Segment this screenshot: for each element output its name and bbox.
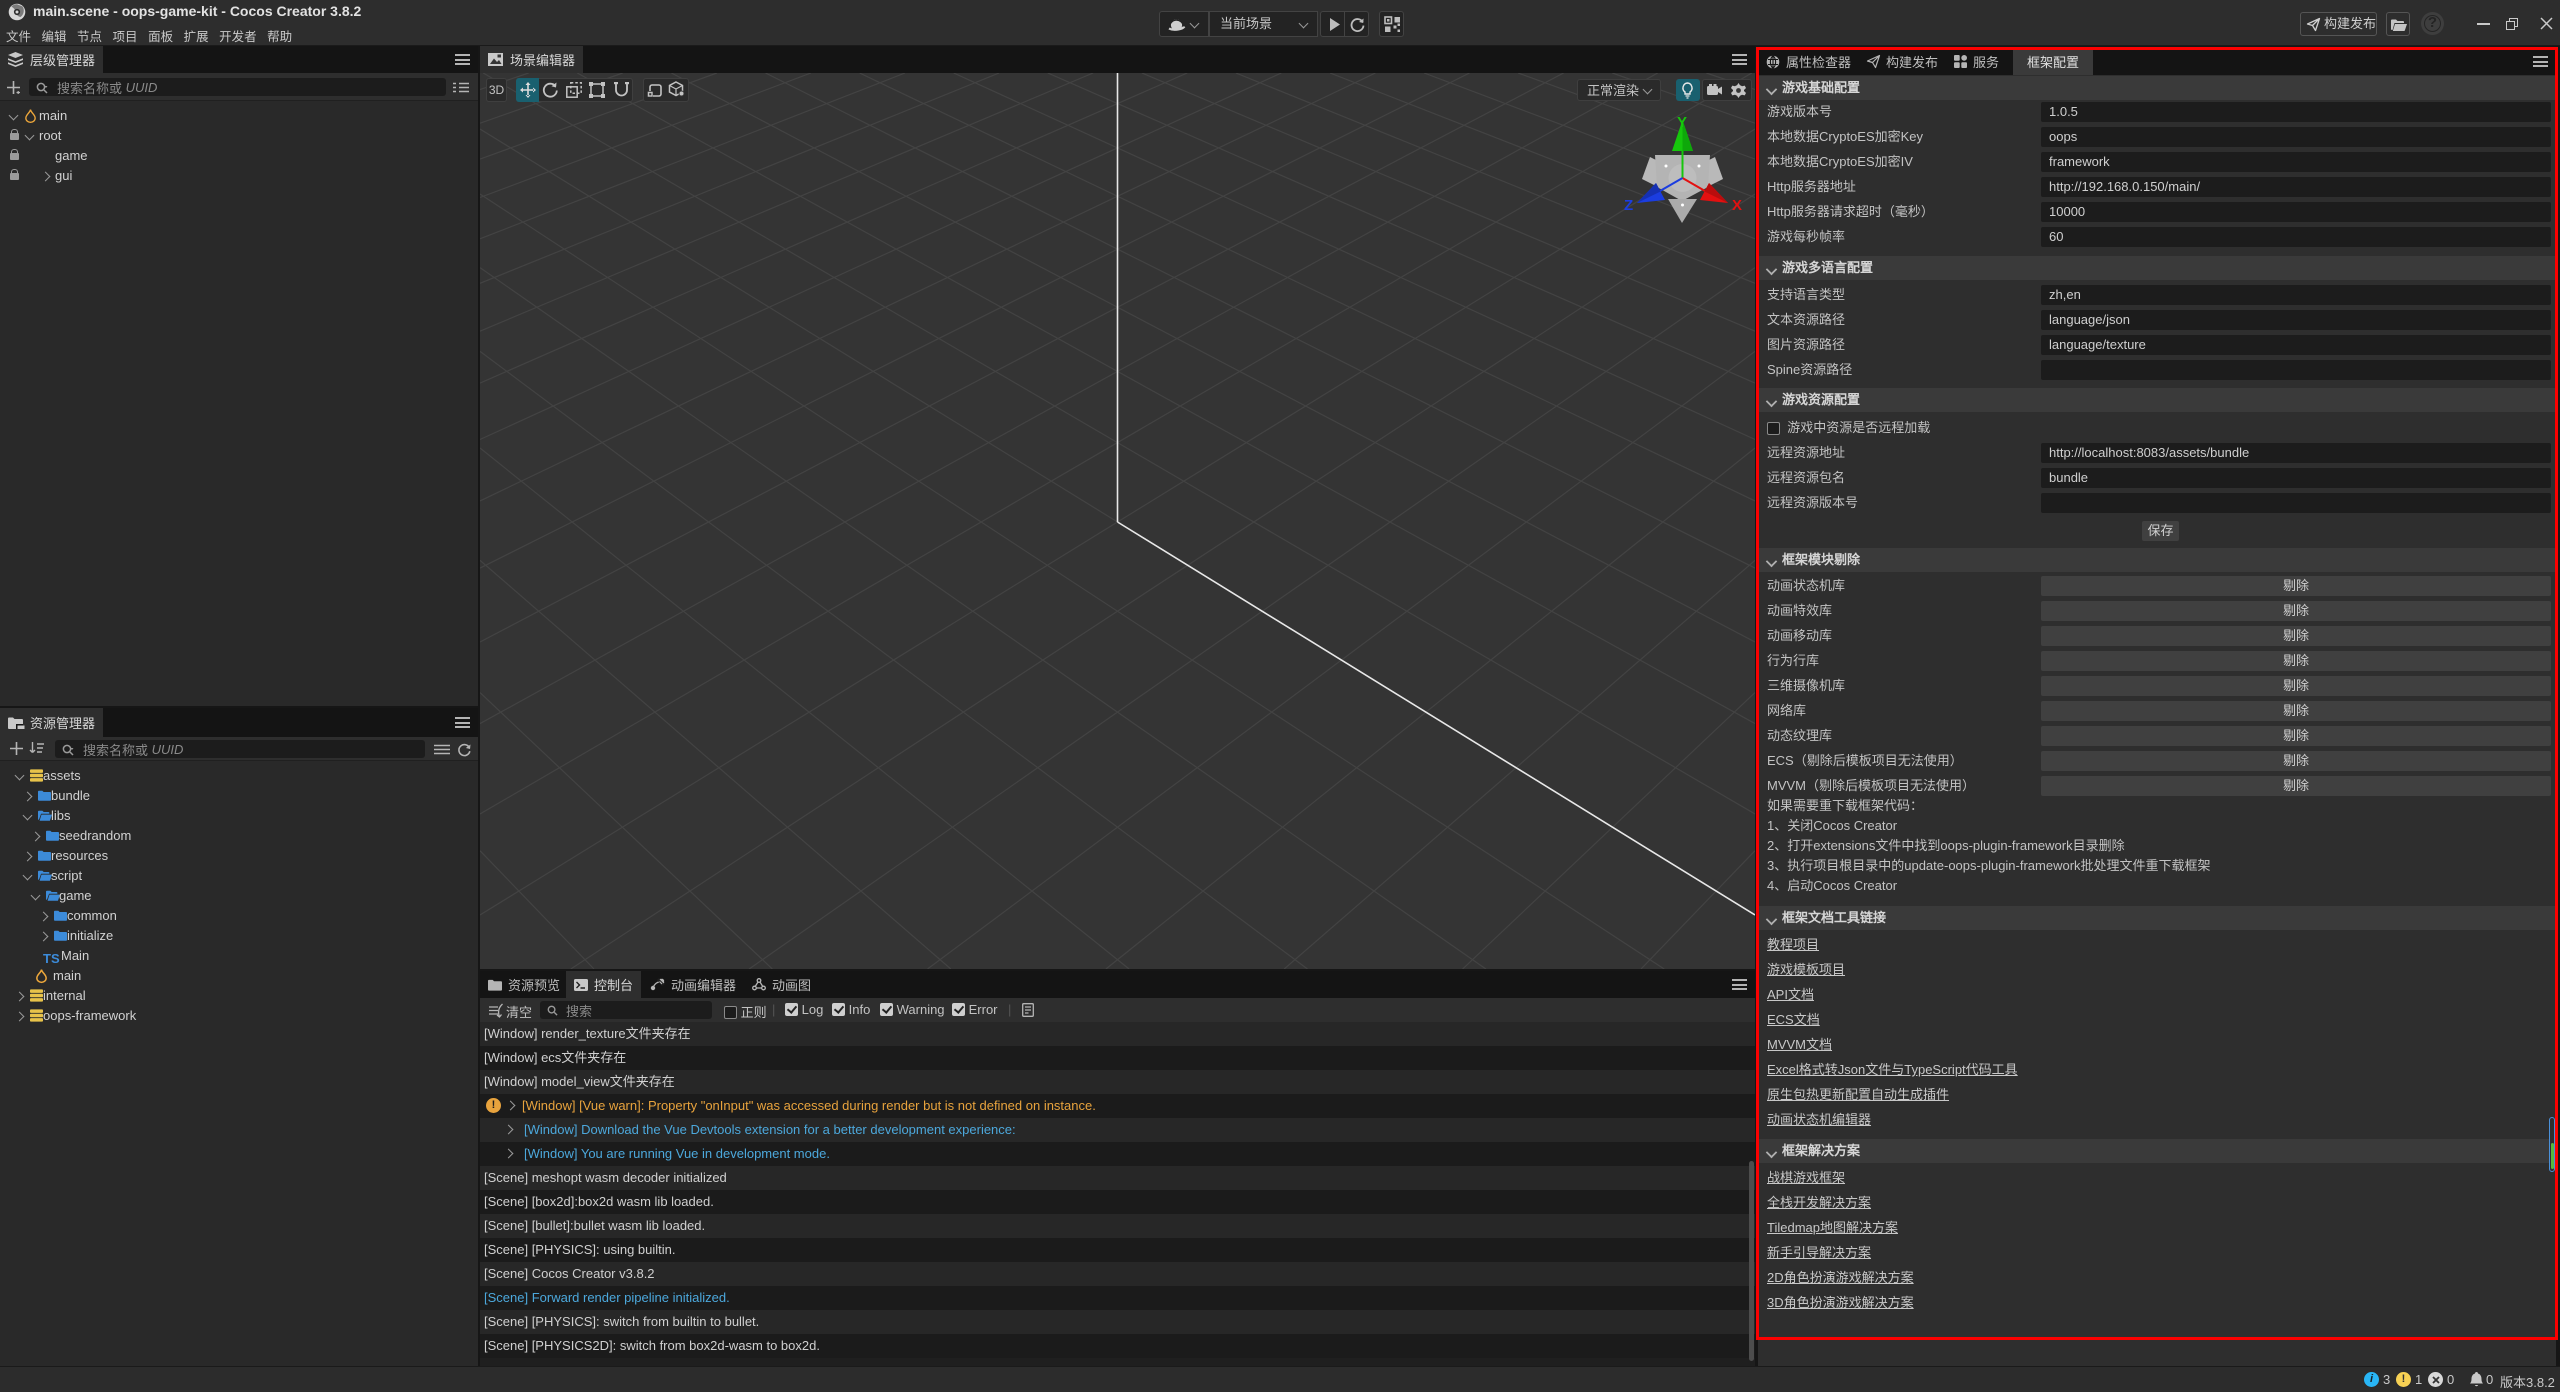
svg-text:Z: Z: [1624, 197, 1633, 214]
svg-text:X: X: [1732, 197, 1742, 214]
svg-text:Y: Y: [1677, 114, 1687, 131]
